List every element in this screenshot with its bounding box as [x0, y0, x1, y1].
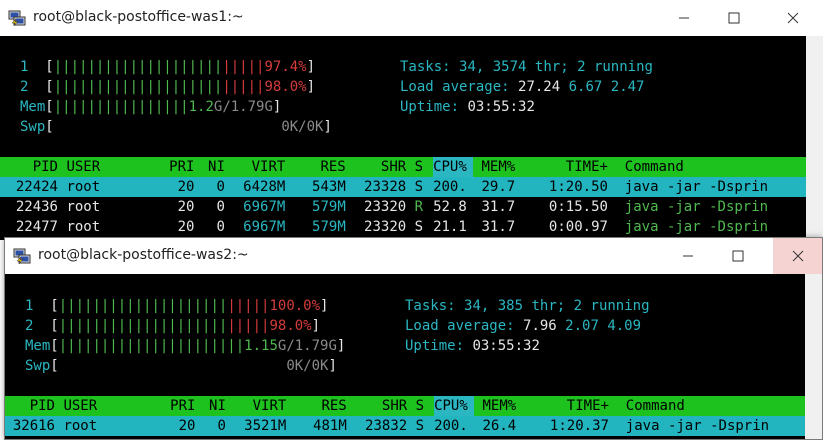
- uptime: Uptime: 03:55:32: [405, 338, 540, 354]
- window-title: root@black-postoffice-was2:~: [38, 247, 249, 263]
- swap-meter: Swp[ 0K/0K]: [25, 358, 337, 374]
- title-bar[interactable]: root@black-postoffice-was2:~: [5, 238, 822, 274]
- title-bar[interactable]: root@black-postoffice-was1:~: [0, 0, 823, 36]
- terminal-area[interactable]: 1 [|||||||||||||||||||||||||97.4%] 2 [||…: [0, 36, 823, 240]
- uptime: Uptime: 03:55:32: [400, 99, 535, 115]
- process-table-header[interactable]: PID USER PRI NI VIRT RES SHR S CPU% MEM% …: [0, 157, 806, 177]
- putty-icon: [8, 10, 26, 27]
- process-table-header[interactable]: PID USER PRI NI VIRT RES SHR S CPU% MEM% …: [5, 396, 805, 416]
- load-average: Load average: 7.96 2.07 4.09: [405, 318, 642, 334]
- minimize-icon: [683, 255, 693, 257]
- process-row[interactable]: 22424 root 20 0 6428M 543M 23328 S 200. 2…: [0, 177, 806, 197]
- close-icon: [787, 12, 799, 24]
- vertical-scrollbar[interactable]: [805, 274, 822, 439]
- maximize-button[interactable]: [715, 238, 761, 274]
- maximize-icon: [728, 12, 740, 24]
- close-button[interactable]: [773, 238, 822, 274]
- process-row[interactable]: 32616 root 20 0 3521M 481M 23832 S 200. 2…: [5, 416, 805, 436]
- close-button[interactable]: [770, 0, 816, 36]
- swap-meter: Swp[ 0K/0K]: [20, 119, 332, 135]
- maximize-icon: [732, 250, 744, 262]
- window-title: root@black-postoffice-was1:~: [33, 9, 244, 25]
- terminal-window-was1[interactable]: root@black-postoffice-was1:~ 1 [||||||||…: [0, 0, 823, 240]
- minimize-button[interactable]: [661, 0, 707, 36]
- close-icon: [792, 250, 804, 262]
- terminal-area[interactable]: 1 [|||||||||||||||||||||||||100.0%] 2 [|…: [5, 274, 822, 439]
- terminal-window-was2[interactable]: root@black-postoffice-was2:~ 1 [||||||||…: [4, 237, 823, 440]
- minimize-icon: [679, 17, 689, 19]
- load-average: Load average: 27.24 6.67 2.47: [400, 79, 645, 95]
- minimize-button[interactable]: [665, 238, 711, 274]
- maximize-button[interactable]: [711, 0, 757, 36]
- tasks-summary: Tasks: 34, 385 thr; 2 running: [405, 298, 650, 314]
- process-row[interactable]: 22477 root 20 0 6967M 579M 23320 S 21.1 3…: [0, 217, 806, 237]
- putty-icon: [13, 248, 31, 265]
- process-row[interactable]: 22436 root 20 0 6967M 579M 23320 R 52.8 3…: [0, 197, 806, 217]
- tasks-summary: Tasks: 34, 3574 thr; 2 running: [400, 59, 653, 75]
- vertical-scrollbar[interactable]: [806, 36, 823, 240]
